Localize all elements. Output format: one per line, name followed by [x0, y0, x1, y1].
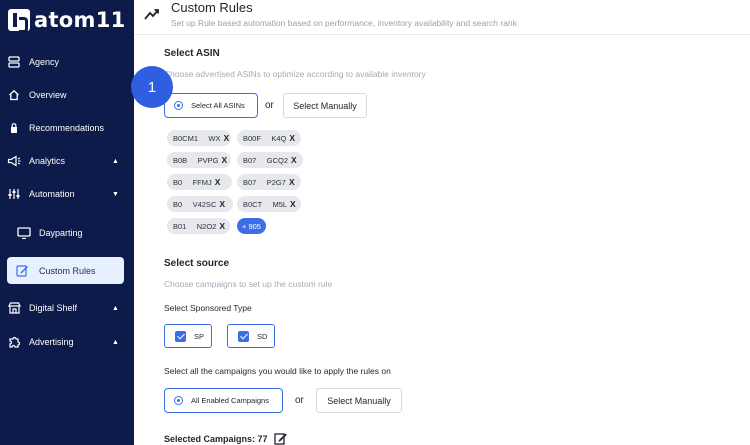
- chevron-up-icon[interactable]: ▲: [112, 305, 119, 312]
- sidebar-item-automation[interactable]: Automation ▼: [0, 182, 134, 206]
- asin-chip: B07 GCQ2 X: [237, 152, 303, 168]
- sidebar-item-custom-rules[interactable]: Custom Rules: [7, 257, 124, 284]
- select-all-asins-radio[interactable]: Select All ASINs: [164, 93, 258, 118]
- checkbox-checked-icon: [238, 330, 249, 342]
- sidebar-item-recommendations[interactable]: Recommendations: [0, 116, 134, 140]
- asin-chip: B00F K4Q X: [237, 130, 301, 146]
- selected-campaigns-count: Selected Campaigns: 77: [164, 433, 268, 444]
- select-asin-heading: Select ASIN: [164, 48, 220, 59]
- select-manually-campaigns-button[interactable]: Select Manually: [316, 388, 402, 413]
- remove-chip-icon[interactable]: X: [224, 133, 230, 143]
- page-subtitle: Set up Rule based automation based on pe…: [171, 18, 517, 28]
- remove-chip-icon[interactable]: X: [215, 177, 221, 187]
- remove-chip-icon[interactable]: X: [290, 199, 296, 209]
- asin-chip: B07 P2G7 X: [237, 174, 301, 190]
- home-icon: [7, 88, 21, 102]
- select-source-description: Choose campaigns to set up the custom ru…: [164, 279, 333, 289]
- chevron-up-icon[interactable]: ▲: [112, 158, 119, 165]
- sidebar-item-label: Analytics: [29, 156, 66, 166]
- sidebar-item-label: Custom Rules: [39, 265, 96, 276]
- select-asin-description: Choose advertised ASINs to optimize acco…: [164, 69, 426, 79]
- trending-up-icon: [144, 7, 160, 21]
- sidebar-item-overview[interactable]: Overview: [0, 83, 134, 107]
- sidebar: atom11 Agency Overview Recommendations A…: [0, 0, 134, 445]
- megaphone-icon: [7, 154, 21, 168]
- asin-chip: B0CM1 WX X: [167, 130, 231, 146]
- all-enabled-campaigns-radio[interactable]: All Enabled Campaigns: [164, 388, 283, 413]
- campaigns-label: Select all the campaigns you would like …: [164, 366, 391, 376]
- sidebar-item-label: Automation: [29, 189, 75, 199]
- checkbox-label: SP: [194, 331, 205, 341]
- sidebar-item-agency[interactable]: Agency: [0, 50, 134, 74]
- puzzle-icon: [7, 335, 21, 349]
- checkbox-checked-icon: [175, 330, 186, 342]
- asin-chip: B0 V42SC X: [167, 196, 233, 212]
- sidebar-item-label: Digital Shelf: [29, 303, 78, 313]
- server-icon: [7, 55, 21, 69]
- store-icon: [7, 301, 21, 315]
- lock-icon: [7, 121, 21, 135]
- sp-checkbox[interactable]: SP: [164, 324, 212, 348]
- step-badge: 1: [131, 66, 173, 108]
- edit-icon[interactable]: [273, 432, 288, 445]
- chevron-down-icon[interactable]: ▼: [112, 191, 119, 198]
- sliders-icon: [7, 187, 21, 201]
- sidebar-item-analytics[interactable]: Analytics ▲: [0, 149, 134, 173]
- checkbox-label: SD: [257, 331, 268, 341]
- sidebar-item-label: Overview: [29, 90, 67, 100]
- or-text: or: [265, 100, 274, 111]
- logo-text: atom11: [34, 8, 126, 32]
- sidebar-item-label: Agency: [29, 57, 60, 67]
- sidebar-item-label: Recommendations: [29, 123, 105, 133]
- sidebar-item-label: Dayparting: [39, 228, 83, 238]
- remove-chip-icon[interactable]: X: [291, 155, 297, 165]
- radio-selected-icon: [174, 101, 183, 110]
- edit-icon: [15, 264, 29, 278]
- logo[interactable]: atom11: [8, 8, 126, 33]
- logo-mark-icon: [8, 9, 30, 33]
- sd-checkbox[interactable]: SD: [227, 324, 275, 348]
- page-title: Custom Rules: [171, 0, 253, 15]
- radio-label: Select All ASINs: [191, 101, 245, 110]
- monitor-icon: [17, 226, 31, 240]
- sidebar-item-label: Advertising: [29, 337, 74, 347]
- asin-chip: B0CT M5L X: [237, 196, 301, 212]
- main-content: Select ASIN Choose advertised ASINs to o…: [134, 36, 750, 445]
- radio-selected-icon: [174, 396, 183, 405]
- select-source-heading: Select source: [164, 258, 230, 269]
- remove-chip-icon[interactable]: X: [219, 199, 225, 209]
- selected-campaigns: Selected Campaigns: 77: [164, 432, 288, 445]
- select-manually-asin-button[interactable]: Select Manually: [283, 93, 367, 118]
- remove-chip-icon[interactable]: X: [289, 133, 295, 143]
- or-text: or: [295, 395, 304, 406]
- sponsored-type-label: Select Sponsored Type: [164, 303, 252, 313]
- remove-chip-icon[interactable]: X: [289, 177, 295, 187]
- sidebar-item-advertising[interactable]: Advertising ▲: [0, 330, 134, 354]
- asin-chip: B0 FFMJ X: [167, 174, 232, 190]
- remove-chip-icon[interactable]: X: [221, 155, 227, 165]
- chevron-up-icon[interactable]: ▲: [112, 339, 119, 346]
- sidebar-item-digital-shelf[interactable]: Digital Shelf ▲: [0, 296, 134, 320]
- radio-label: All Enabled Campaigns: [191, 396, 269, 405]
- asin-chip: B01 N2O2 X: [167, 218, 230, 234]
- remove-chip-icon[interactable]: X: [219, 221, 225, 231]
- asin-chip: B0B PVPG X: [167, 152, 231, 168]
- more-asins-badge[interactable]: + 905: [237, 218, 266, 234]
- sidebar-item-dayparting[interactable]: Dayparting: [0, 221, 134, 245]
- page-header: Custom Rules Set up Rule based automatio…: [134, 0, 750, 35]
